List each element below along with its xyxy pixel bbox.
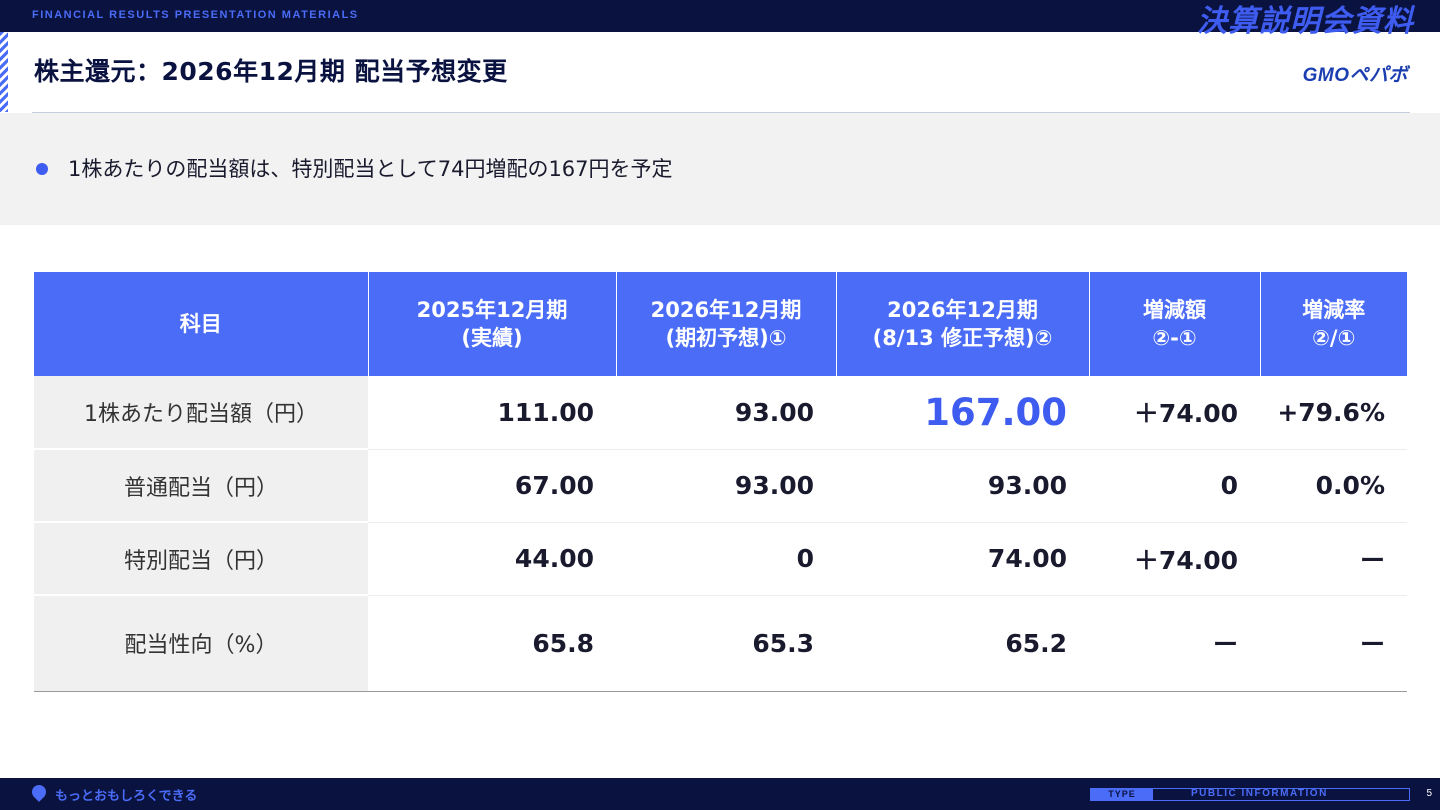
table-cell: 93.00 — [616, 376, 836, 450]
table-cell: ー — [1260, 522, 1407, 596]
dividend-table: 科目 2025年12月期 (実績) 2026年12月期 (期初予想)① 2026年1… — [34, 272, 1407, 692]
bullet-icon — [36, 163, 48, 175]
company-logo: GMOペパボ — [1302, 65, 1408, 86]
footer-slogan: もっとおもしろくできる — [55, 789, 198, 804]
type-label: TYPE — [1091, 789, 1153, 800]
table-cell: 93.00 — [616, 449, 836, 523]
row-label: 1株あたり配当額（円） — [34, 376, 368, 450]
table-cell: ＋74.00 — [1089, 522, 1260, 596]
table-cell: 65.2 — [836, 594, 1089, 692]
header-subject: 科目 — [34, 272, 368, 376]
row-label: 配当性向（%） — [34, 594, 368, 692]
table-cell: 0 — [1089, 449, 1260, 523]
table-cell: 74.00 — [836, 522, 1089, 596]
row-label: 普通配当（円） — [34, 449, 368, 523]
table-cell: ー — [1260, 594, 1407, 692]
header-fy2026-revised: 2026年12月期 (8/13 修正予想)② — [835, 272, 1089, 376]
top-bar: FINANCIAL RESULTS PRESENTATION MATERIALS… — [0, 0, 1440, 39]
table-row: 配当性向（%） 65.8 65.3 65.2 ー ー — [34, 594, 1407, 692]
table-cell: ＋74.00 — [1089, 376, 1260, 450]
table-row: 特別配当（円） 44.00 0 74.00 ＋74.00 ー — [34, 522, 1407, 596]
table-cell: 65.3 — [616, 594, 836, 692]
highlight-cell: 167.00 — [836, 376, 1089, 450]
classification-box: TYPE PUBLIC INFORMATION — [1090, 788, 1410, 801]
page-number: 5 — [1426, 788, 1432, 799]
table-cell: ー — [1089, 594, 1260, 692]
table-cell: 65.8 — [368, 594, 616, 692]
decorative-hatch — [0, 32, 8, 112]
table-cell: +79.6% — [1260, 376, 1407, 450]
table-cell: 44.00 — [368, 522, 616, 596]
summary-box: 1株あたりの配当額は、特別配当として74円増配の167円を予定 — [0, 113, 1440, 225]
header-jp-title: 決算説明会資料 — [1197, 4, 1414, 39]
table-cell: 0.0% — [1260, 449, 1407, 523]
type-value: PUBLIC INFORMATION — [1191, 788, 1328, 799]
header-change-rate: 増減率 ②/① — [1259, 272, 1407, 376]
page-title: 株主還元：2026年12月期 配当予想変更 — [34, 57, 508, 86]
header-change-amount: 増減額 ②-① — [1088, 272, 1260, 376]
table-row: 1株あたり配当額（円） 111.00 93.00 167.00 ＋74.00 +… — [34, 376, 1407, 450]
table-cell: 0 — [616, 522, 836, 596]
summary-text: 1株あたりの配当額は、特別配当として74円増配の167円を予定 — [68, 157, 673, 181]
table-header-row: 科目 2025年12月期 (実績) 2026年12月期 (期初予想)① 2026年1… — [34, 272, 1407, 376]
row-label: 特別配当（円） — [34, 522, 368, 596]
table-row: 普通配当（円） 67.00 93.00 93.00 0 0.0% — [34, 449, 1407, 523]
header-tag: FINANCIAL RESULTS PRESENTATION MATERIALS — [32, 9, 359, 21]
table-cell: 111.00 — [368, 376, 616, 450]
location-pin-icon — [29, 782, 49, 802]
table-cell: 93.00 — [836, 449, 1089, 523]
header-fy2026-initial: 2026年12月期 (期初予想)① — [615, 272, 836, 376]
header-fy2025-actual: 2025年12月期 (実績) — [367, 272, 616, 376]
bottom-bar: もっとおもしろくできる TYPE PUBLIC INFORMATION 5 — [0, 778, 1440, 810]
table-cell: 67.00 — [368, 449, 616, 523]
